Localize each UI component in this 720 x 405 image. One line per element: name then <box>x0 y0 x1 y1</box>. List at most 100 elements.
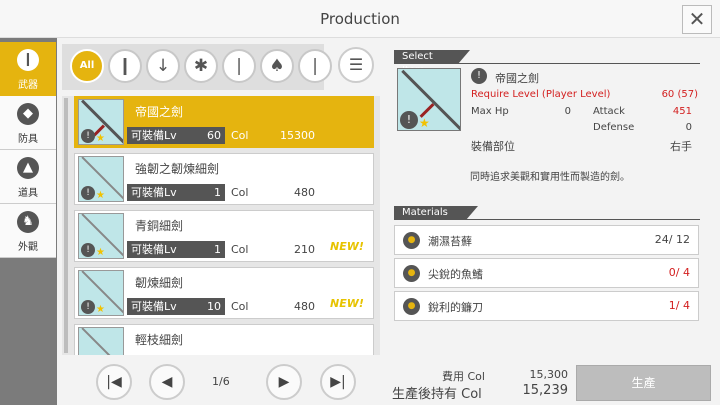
star-icon: ★ <box>96 304 105 315</box>
max-hp-label: Max Hp <box>471 106 509 117</box>
first-page-button[interactable]: |◀ <box>96 364 132 400</box>
equip-level-value: 10 <box>207 300 221 313</box>
sidebar-tab-label: 道具 <box>18 188 38 199</box>
triangle-right-icon: ▶ <box>278 374 290 390</box>
star-icon: ★ <box>96 247 105 258</box>
star-icon: ★ <box>96 133 105 144</box>
material-count: 0/ 4 <box>668 266 690 279</box>
list-scrollbar[interactable] <box>64 98 68 353</box>
category-axe-button[interactable]: ♠ <box>260 49 294 83</box>
list-item[interactable]: ! ★ 帝國之劍 可裝備Lv 60 Col 15300 <box>74 96 374 148</box>
equip-level-value: 1 <box>214 243 221 256</box>
equip-level-box: 可裝備Lv 60 <box>127 127 225 144</box>
item-thumbnail: ! ★ <box>78 99 124 145</box>
material-bag-icon: ● <box>403 232 420 249</box>
equip-level-label: 可裝備Lv <box>131 300 177 313</box>
attack-label: Attack <box>593 106 625 117</box>
category-mace-button[interactable]: ✱ <box>184 49 218 83</box>
material-row: ● 銳利的鐮刀 1/ 4 <box>394 291 699 321</box>
sword-icon: ! <box>471 68 487 84</box>
skip-forward-icon: ▶| <box>330 374 346 390</box>
triangle-left-icon: ◀ <box>161 374 173 390</box>
equip-level-box: 可裝備Lv 1 <box>127 184 225 201</box>
after-production-col-label: 生產後持有 Col <box>392 387 482 402</box>
category-dagger-button[interactable]: ❘ <box>222 49 256 83</box>
col-value: 480 <box>294 300 315 313</box>
equip-level-box: 可裝備Lv 10 <box>127 298 225 315</box>
window-title: Production <box>320 10 400 28</box>
equip-level-value: 60 <box>207 129 221 142</box>
equip-level-label: 可裝備Lv <box>131 186 177 199</box>
equip-slot-label: 裝備部位 <box>471 140 515 153</box>
select-item-divider <box>394 63 700 64</box>
item-thumbnail <box>78 327 124 355</box>
sort-icon: ☰ <box>348 55 364 74</box>
mace-icon: ✱ <box>193 56 209 76</box>
fee-label: 費用 Col <box>442 370 485 383</box>
category-more-button[interactable]: ❘ <box>298 49 332 83</box>
list-item[interactable]: ! ★ 韌煉細劍 可裝備Lv 10 Col 480 NEW! <box>74 267 374 319</box>
axe-icon: ♠ <box>269 56 285 76</box>
list-item[interactable]: 輕枝細劍 <box>74 324 374 355</box>
selected-item-name: 帝國之劍 <box>495 72 539 85</box>
last-page-button[interactable]: ▶| <box>320 364 356 400</box>
sidebar-tab-items[interactable]: ▲ 道具 <box>0 150 56 204</box>
col-value: 210 <box>294 243 315 256</box>
item-name: 青銅細劍 <box>135 219 184 233</box>
material-bag-icon: ● <box>403 265 420 282</box>
require-level-value: 60 (57) <box>661 89 698 100</box>
sidebar-tab-label: 武器 <box>18 80 38 91</box>
equip-level-box: 可裝備Lv 1 <box>127 241 225 258</box>
sidebar-tab-label: 外觀 <box>18 242 38 253</box>
fee-value: 15,300 <box>529 368 569 381</box>
close-button[interactable]: ✕ <box>682 5 712 34</box>
dagger-icon: ❘ <box>231 56 247 76</box>
item-thumbnail: ! ★ <box>78 213 124 259</box>
prev-page-button[interactable]: ◀ <box>149 364 185 400</box>
material-bag-icon: ● <box>403 298 420 315</box>
materials-divider <box>394 219 700 220</box>
col-value: 480 <box>294 186 315 199</box>
weapon-type-badge-icon: ! <box>81 186 95 200</box>
next-page-button[interactable]: ▶ <box>266 364 302 400</box>
page-indicator: 1/6 <box>212 375 230 388</box>
new-badge: NEW! <box>330 240 364 253</box>
rapier-icon: ↓ <box>155 56 171 76</box>
item-thumbnail: ! ★ <box>78 270 124 316</box>
title-bar: Production ✕ <box>0 0 720 38</box>
list-item[interactable]: ! ★ 青銅細劍 可裝備Lv 1 Col 210 NEW! <box>74 210 374 262</box>
sidebar-tab-appearance[interactable]: ♞ 外觀 <box>0 204 56 258</box>
spear-icon: ❘ <box>307 56 323 76</box>
sword-icon: ❙ <box>17 49 39 71</box>
category-all-button[interactable]: All <box>70 49 104 83</box>
category-all-label: All <box>79 60 95 71</box>
skip-back-icon: |◀ <box>106 374 122 390</box>
defense-label: Defense <box>593 122 635 133</box>
equip-level-label: 可裝備Lv <box>131 129 177 142</box>
list-item[interactable]: ! ★ 強韌之韌煉細劍 可裝備Lv 1 Col 480 <box>74 153 374 205</box>
material-name: 尖銳的魚鰭 <box>428 268 483 281</box>
star-icon: ★ <box>419 116 430 130</box>
sort-button[interactable]: ☰ <box>338 47 374 83</box>
category-one-handed-sword-button[interactable]: ❙ <box>108 49 142 83</box>
category-rapier-button[interactable]: ↓ <box>146 49 180 83</box>
col-value: 15300 <box>280 129 315 142</box>
material-count: 1/ 4 <box>668 299 690 312</box>
produce-button[interactable]: 生產 <box>576 365 711 401</box>
equip-slot-value: 右手 <box>670 140 692 153</box>
star-icon: ★ <box>96 190 105 201</box>
item-description: 同時追求美觀和實用性而製造的劍。 <box>470 172 630 183</box>
require-level-label: Require Level (Player Level) <box>471 89 611 100</box>
attack-value: 451 <box>672 106 692 117</box>
equip-level-label: 可裝備Lv <box>131 243 177 256</box>
sidebar-tab-weapons[interactable]: ❙ 武器 <box>0 42 56 96</box>
col-label: Col <box>231 300 249 313</box>
material-name: 銳利的鐮刀 <box>428 301 483 314</box>
item-name: 強韌之韌煉細劍 <box>135 162 220 176</box>
sidebar-tab-armor[interactable]: ◆ 防具 <box>0 96 56 150</box>
col-label: Col <box>231 186 249 199</box>
weapon-type-badge-icon: ! <box>81 129 95 143</box>
outfit-icon: ♞ <box>17 211 39 233</box>
item-list[interactable]: ! ★ 帝國之劍 可裝備Lv 60 Col 15300 ! ★ 強韌之韌煉細劍 可裝備… <box>62 96 380 355</box>
material-row: ● 潮濕苔蘚 24/ 12 <box>394 225 699 255</box>
